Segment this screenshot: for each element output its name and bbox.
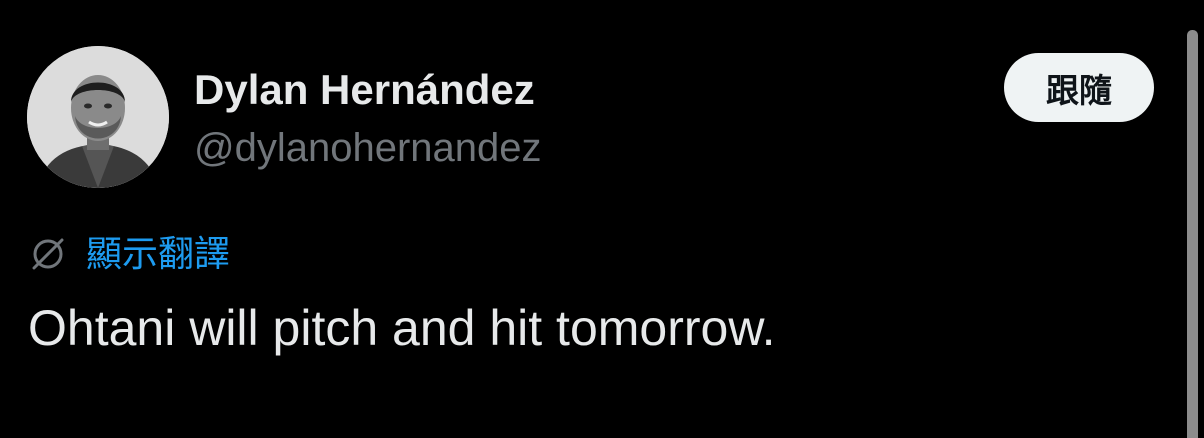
follow-button[interactable]: 跟隨	[1004, 53, 1154, 122]
tweet-text: Ohtani will pitch and hit tomorrow.	[28, 300, 776, 356]
author-display-name[interactable]: Dylan Hernández	[194, 66, 535, 114]
author-avatar[interactable]	[27, 46, 169, 188]
avatar-photo-icon	[27, 46, 169, 188]
tweet-card: Dylan Hernández @dylanohernandez 跟隨 顯示翻譯…	[0, 0, 1204, 438]
author-handle[interactable]: @dylanohernandez	[194, 124, 542, 172]
show-translation-label: 顯示翻譯	[86, 233, 231, 274]
show-translation-link[interactable]: 顯示翻譯	[28, 230, 230, 278]
scrollbar[interactable]	[1187, 30, 1198, 438]
globe-translate-icon	[28, 234, 68, 274]
